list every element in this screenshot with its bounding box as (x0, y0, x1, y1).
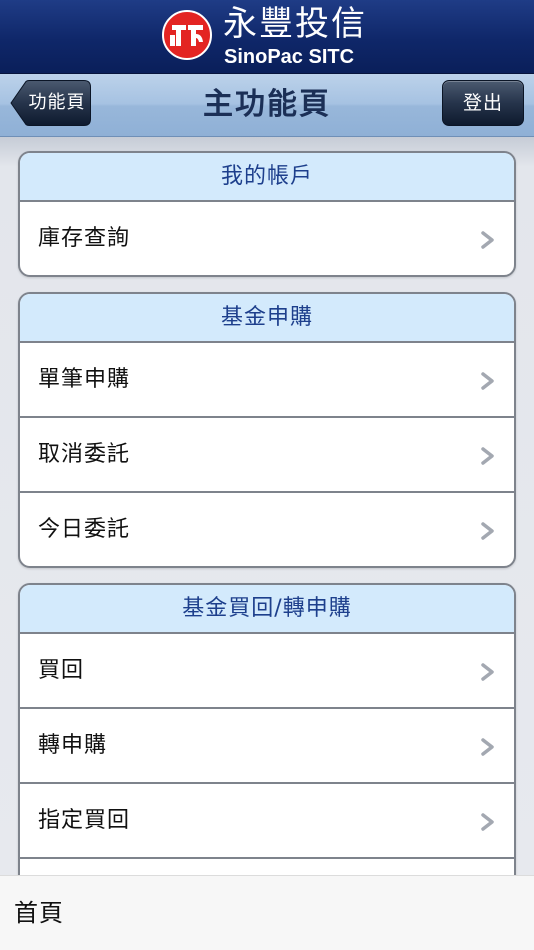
menu-item-partial[interactable] (20, 859, 514, 875)
menu-item-today-orders[interactable]: 今日委託 (20, 493, 514, 566)
menu-item-designated-redemption[interactable]: 指定買回 (20, 784, 514, 859)
chevron-right-icon (481, 813, 494, 831)
section-header: 我的帳戶 (20, 153, 514, 202)
menu-item-label: 今日委託 (38, 517, 131, 542)
chevron-right-icon (481, 231, 494, 249)
section-header: 基金申購 (20, 294, 514, 343)
section-fund-redemption: 基金買回/轉申購 買回 轉申購 指定買回 (18, 583, 516, 875)
menu-item-switch-subscription[interactable]: 轉申購 (20, 709, 514, 784)
chevron-right-icon (481, 738, 494, 756)
sinopac-logo-icon (162, 10, 212, 60)
brand-name-en: SinoPac SITC (224, 46, 355, 68)
main-menu-list[interactable]: 我的帳戶 庫存查詢 基金申購 單筆申購 取消委託 今日委託 基金買回/轉申購 買… (0, 137, 534, 875)
menu-item-label: 買回 (38, 658, 85, 683)
bottom-bar: 首頁 (0, 875, 534, 950)
section-my-account: 我的帳戶 庫存查詢 (18, 151, 516, 277)
menu-item-label: 轉申購 (38, 733, 108, 758)
chevron-right-icon (481, 447, 494, 465)
menu-item-label: 指定買回 (38, 808, 131, 833)
brand-header: 永豐投信 SinoPac SITC (0, 0, 534, 74)
menu-item-cancel-order[interactable]: 取消委託 (20, 418, 514, 493)
chevron-right-icon (481, 663, 494, 681)
home-link[interactable]: 首頁 (14, 876, 64, 950)
app-window: 永豐投信 SinoPac SITC 主功能頁 功能頁 登出 我的帳戶 庫存查詢 … (0, 0, 534, 950)
section-header: 基金買回/轉申購 (20, 585, 514, 634)
menu-item-redemption[interactable]: 買回 (20, 634, 514, 709)
menu-item-label: 取消委託 (38, 442, 131, 467)
section-fund-subscription: 基金申購 單筆申購 取消委託 今日委託 (18, 292, 516, 568)
nav-bar: 主功能頁 功能頁 登出 (0, 74, 534, 137)
menu-item-label: 庫存查詢 (38, 226, 131, 251)
menu-item-single-subscription[interactable]: 單筆申購 (20, 343, 514, 418)
menu-item-label: 單筆申購 (38, 367, 131, 392)
chevron-right-icon (481, 522, 494, 540)
menu-item-inventory-query[interactable]: 庫存查詢 (20, 202, 514, 275)
chevron-right-icon (481, 372, 494, 390)
back-button-label: 功能頁 (28, 92, 86, 113)
brand-name-cn: 永豐投信 (223, 4, 367, 44)
back-button[interactable]: 功能頁 (10, 80, 91, 126)
logout-button[interactable]: 登出 (442, 80, 524, 126)
